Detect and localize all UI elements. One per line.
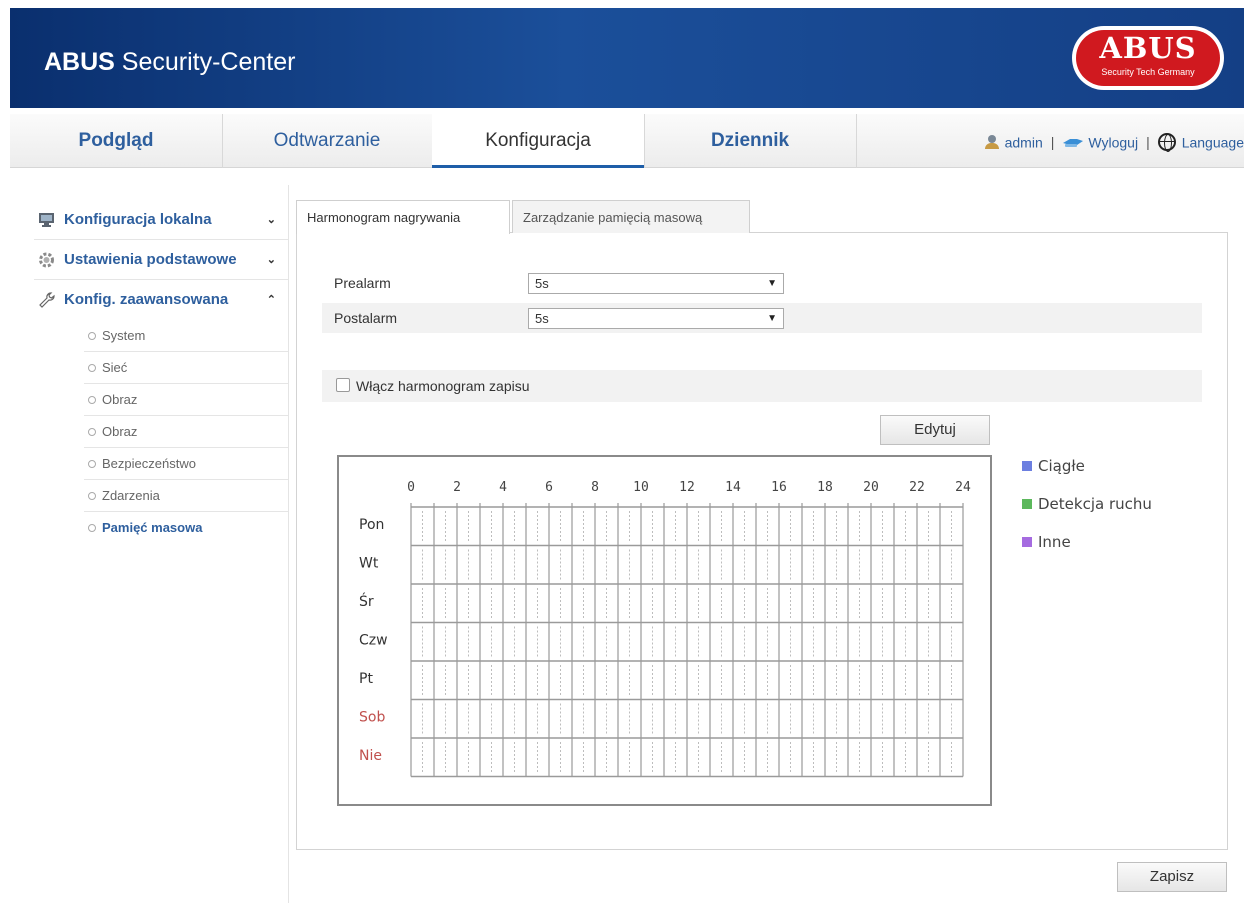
hour-label: 22 <box>909 480 925 495</box>
gear-icon <box>39 252 54 268</box>
legend-swatch <box>1022 537 1032 547</box>
abus-logo-word: ABUS <box>1099 31 1197 65</box>
sidebar-item-network[interactable]: Sieć <box>84 352 288 384</box>
prealarm-value: 5s <box>535 276 549 291</box>
hour-label: 20 <box>863 480 879 495</box>
app-title: ABUS Security-Center <box>44 48 295 77</box>
wrench-icon <box>39 292 55 308</box>
app-title-bold: ABUS <box>44 48 115 76</box>
tab-konfiguracja[interactable]: Konfiguracja <box>432 114 644 168</box>
hour-label: 24 <box>955 480 971 495</box>
day-label: Pon <box>359 517 384 533</box>
user-bar: admin | Wyloguj | Language <box>984 114 1244 168</box>
sidebar: Konfiguracja lokalna ⌄ Ustawienia podsta… <box>34 200 288 544</box>
chevron-down-icon[interactable]: ⌄ <box>267 240 276 280</box>
app-title-rest: Security-Center <box>114 48 296 76</box>
postalarm-value: 5s <box>535 311 549 326</box>
dropdown-arrow-icon: ▼ <box>767 313 777 324</box>
sidebar-item-storage[interactable]: Pamięć masowa <box>84 512 288 544</box>
enable-schedule-row: Włącz harmonogram zapisu <box>322 370 1202 402</box>
user-name[interactable]: admin <box>1005 134 1043 150</box>
chevron-up-icon[interactable]: ⌃ <box>267 280 276 320</box>
sidebar-section-basic-settings[interactable]: Ustawienia podstawowe ⌄ <box>34 240 288 280</box>
hour-label: 6 <box>545 480 553 495</box>
hour-label: 0 <box>407 480 415 495</box>
logout-link[interactable]: Wyloguj <box>1088 134 1138 150</box>
day-label: Sob <box>359 710 385 726</box>
save-button[interactable]: Zapisz <box>1117 862 1227 892</box>
sidebar-item-security[interactable]: Bezpieczeństwo <box>84 448 288 480</box>
legend-continuous: Ciągłe <box>1022 455 1152 493</box>
tab-storage-management[interactable]: Zarządzanie pamięcią masową <box>512 200 750 233</box>
sidebar-section-label: Konfig. zaawansowana <box>64 291 229 308</box>
postalarm-select[interactable]: 5s ▼ <box>528 308 784 329</box>
sidebar-item-system[interactable]: System <box>84 320 288 352</box>
postalarm-row: Postalarm 5s ▼ <box>322 303 1202 333</box>
schedule-grid[interactable]: 0 2 4 6 8 10 12 14 16 18 20 22 24PonWtŚrCzwPtSobNie <box>337 455 992 806</box>
legend-motion-detection: Detekcja ruchu <box>1022 493 1152 531</box>
user-icon <box>984 135 999 150</box>
dropdown-arrow-icon: ▼ <box>767 278 777 289</box>
hour-label: 10 <box>633 480 649 495</box>
abus-logo: ABUS Security Tech Germany <box>1072 26 1224 90</box>
enable-schedule-checkbox[interactable] <box>336 378 350 392</box>
day-label: Pt <box>359 671 373 687</box>
sidebar-section-advanced-config[interactable]: Konfig. zaawansowana ⌃ <box>34 280 288 320</box>
legend-swatch <box>1022 499 1032 509</box>
tab-odtwarzanie[interactable]: Odtwarzanie <box>222 114 432 168</box>
legend-label: Ciągłe <box>1038 457 1085 475</box>
sidebar-section-label: Ustawienia podstawowe <box>64 251 237 268</box>
globe-icon[interactable] <box>1157 133 1176 153</box>
separator: | <box>1050 134 1055 151</box>
hour-label: 2 <box>453 480 461 495</box>
main-nav: Podgląd Odtwarzanie Konfiguracja Dzienni… <box>10 114 1244 168</box>
schedule-legend: Ciągłe Detekcja ruchu Inne <box>1022 455 1152 569</box>
hour-label: 14 <box>725 480 741 495</box>
prealarm-select[interactable]: 5s ▼ <box>528 273 784 294</box>
abus-logo-tagline: Security Tech Germany <box>1101 67 1195 77</box>
hour-label: 12 <box>679 480 695 495</box>
legend-swatch <box>1022 461 1032 471</box>
sidebar-item-image[interactable]: Obraz <box>84 384 288 416</box>
tab-podglad[interactable]: Podgląd <box>10 114 222 168</box>
hour-label: 18 <box>817 480 833 495</box>
prealarm-label: Prealarm <box>334 275 391 291</box>
app-header: ABUS Security-Center ABUS Security Tech … <box>10 8 1244 108</box>
legend-label: Detekcja ruchu <box>1038 495 1152 513</box>
logout-icon[interactable] <box>1062 136 1084 148</box>
tab-dziennik[interactable]: Dziennik <box>644 114 856 168</box>
prealarm-row: Prealarm 5s ▼ <box>322 268 1202 298</box>
sidebar-divider <box>288 185 289 903</box>
legend-label: Inne <box>1038 533 1071 551</box>
sidebar-item-image-2[interactable]: Obraz <box>84 416 288 448</box>
day-label: Wt <box>359 556 379 572</box>
edit-button[interactable]: Edytuj <box>880 415 990 445</box>
tab-separator <box>856 114 857 168</box>
day-label: Czw <box>359 633 388 649</box>
abus-logo-badge: ABUS Security Tech Germany <box>1076 30 1220 86</box>
hour-label: 4 <box>499 480 507 495</box>
monitor-icon <box>39 213 54 227</box>
day-label: Nie <box>359 748 382 764</box>
hour-label: 8 <box>591 480 599 495</box>
tab-recording-schedule[interactable]: Harmonogram nagrywania <box>296 200 510 234</box>
language-link[interactable]: Language <box>1182 134 1244 150</box>
legend-other: Inne <box>1022 531 1152 569</box>
day-label: Śr <box>359 592 374 610</box>
hour-label: 16 <box>771 480 787 495</box>
sidebar-item-events[interactable]: Zdarzenia <box>84 480 288 512</box>
postalarm-label: Postalarm <box>334 310 398 326</box>
sidebar-section-local-config[interactable]: Konfiguracja lokalna ⌄ <box>34 200 288 240</box>
sidebar-section-label: Konfiguracja lokalna <box>64 211 212 228</box>
enable-schedule-label[interactable]: Włącz harmonogram zapisu <box>356 378 530 394</box>
separator: | <box>1146 134 1150 151</box>
chevron-down-icon[interactable]: ⌄ <box>267 200 276 240</box>
